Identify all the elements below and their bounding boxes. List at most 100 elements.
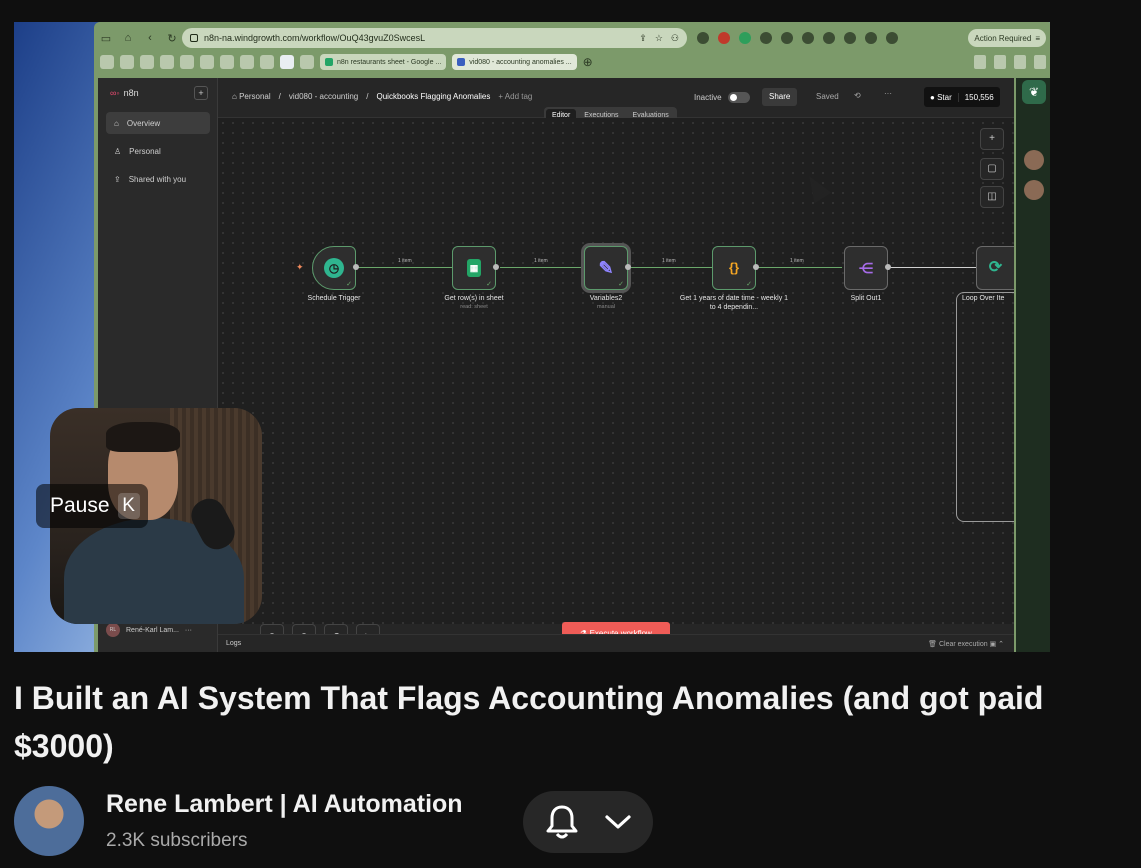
logs-panel[interactable]: Logs 🗑 Clear execution ▣ ⌃ <box>218 634 1014 652</box>
create-button[interactable]: + <box>194 86 208 100</box>
workflow-node[interactable]: ⋲ <box>844 246 888 290</box>
workflow-node[interactable]: ▦ ✓ <box>452 246 496 290</box>
workflow-node[interactable]: ◷ ✓ <box>312 246 356 290</box>
breadcrumb-project[interactable]: vid080 - accounting <box>289 92 358 101</box>
connection-edge[interactable] <box>356 267 452 268</box>
output-handle[interactable] <box>885 264 891 270</box>
share-page-icon[interactable]: ⇪ <box>639 33 647 44</box>
workflow-node[interactable]: ✎ ✓ <box>584 246 628 290</box>
action-required-button[interactable]: Action Required ≡ <box>968 29 1046 47</box>
active-toggle[interactable] <box>727 92 750 103</box>
bookmark-icon[interactable] <box>220 55 234 69</box>
github-icon: ● <box>930 92 938 102</box>
notification-subscribe-button[interactable] <box>523 791 653 853</box>
share-button[interactable]: Share <box>762 88 798 106</box>
inactive-label: Inactive <box>694 93 722 102</box>
bookmark-icon[interactable] <box>100 55 114 69</box>
home-icon[interactable]: ⌂ <box>122 32 134 45</box>
workflow-node[interactable]: {} ✓ <box>712 246 756 290</box>
pinned-app-icon[interactable] <box>994 55 1006 69</box>
output-handle[interactable] <box>625 264 631 270</box>
extension-icon[interactable]: ⚇ <box>671 33 679 44</box>
bookmark-icon[interactable] <box>120 55 134 69</box>
video-player[interactable]: ▭ ⌂ ‹ ↻ n8n-na.windgrowth.com/workflow/O… <box>14 22 1050 652</box>
chevron-down-icon <box>605 815 631 829</box>
sidebar-item-shared[interactable]: ⇪ Shared with you <box>106 168 210 190</box>
logo-text: n8n <box>123 88 139 98</box>
action-required-label: Action Required <box>974 33 1032 43</box>
channel-avatar[interactable] <box>14 786 84 856</box>
user-more-icon[interactable]: ··· <box>185 627 192 634</box>
workflow-node[interactable]: ⟳ <box>976 246 1014 290</box>
user-menu[interactable]: RL René-Karl Lam... ··· <box>106 623 192 637</box>
pause-label: Pause <box>50 494 110 517</box>
site-settings-icon[interactable] <box>190 34 198 42</box>
add-node-button[interactable]: + <box>980 128 1004 150</box>
bookmark-icon[interactable] <box>240 55 254 69</box>
app-logo-icon[interactable]: ❦ <box>1022 80 1046 104</box>
clock-icon: ◷ <box>324 258 344 278</box>
bookmark-icon[interactable] <box>160 55 174 69</box>
n8n-logo: ∞◦ n8n <box>110 88 139 98</box>
bookmark-icon[interactable] <box>260 55 274 69</box>
home-icon: ⌂ <box>114 118 119 128</box>
bookmark-icon[interactable] <box>280 55 294 69</box>
sidebar-toggle-icon[interactable]: ▭ <box>100 32 112 45</box>
more-options-button[interactable]: ··· <box>884 89 892 98</box>
avatar[interactable] <box>1024 150 1044 170</box>
tab-sheet[interactable]: n8n restaurants sheet - Google ... <box>320 54 447 70</box>
address-bar[interactable]: n8n-na.windgrowth.com/workflow/OuQ43gvuZ… <box>182 28 687 48</box>
bookmark-icon[interactable] <box>300 55 314 69</box>
pinned-app-icon[interactable] <box>1014 55 1026 69</box>
bookmark-icon[interactable] <box>180 55 194 69</box>
extension-5-icon[interactable] <box>781 32 793 44</box>
avatar[interactable] <box>1024 180 1044 200</box>
node-label: Get row(s) in sheet <box>444 295 504 302</box>
workflow-name[interactable]: Quickbooks Flagging Anomalies <box>377 92 491 101</box>
extension-8-icon[interactable] <box>844 32 856 44</box>
history-icon[interactable]: ⟲ <box>854 91 861 100</box>
workflow-canvas[interactable]: + ▢ ◫ 1 item 1 item 1 item 1 item ✦ ◷ ✓ … <box>218 118 1014 624</box>
panel-toggle-button[interactable]: ◫ <box>980 186 1004 208</box>
bookmark-star-icon[interactable]: ☆ <box>655 33 663 44</box>
loop-connection <box>956 292 1014 522</box>
tab-accounting[interactable]: vid080 - accounting anomalies ... <box>452 54 577 70</box>
extension-4-icon[interactable] <box>760 32 772 44</box>
extension-3-icon[interactable] <box>739 32 751 44</box>
connection-edge[interactable] <box>628 267 712 268</box>
sticky-note-button[interactable]: ▢ <box>980 158 1004 180</box>
edge-item-count: 1 item <box>534 258 548 264</box>
back-icon[interactable]: ‹ <box>144 32 156 45</box>
star-label: Star <box>937 92 952 102</box>
video-title: I Built an AI System That Flags Accounti… <box>14 680 1044 764</box>
connection-edge[interactable] <box>888 267 976 268</box>
output-handle[interactable] <box>493 264 499 270</box>
connection-edge[interactable] <box>756 267 842 268</box>
node-label: Split Out1 <box>850 295 882 302</box>
pinned-app-icon[interactable] <box>974 55 986 69</box>
breadcrumb-personal[interactable]: ⌂ Personal <box>232 92 271 101</box>
extension-1-icon[interactable] <box>697 32 709 44</box>
connection-edge[interactable] <box>500 267 584 268</box>
extension-6-icon[interactable] <box>802 32 814 44</box>
reload-icon[interactable]: ↻ <box>166 32 178 45</box>
new-tab-icon[interactable]: ⊕ <box>583 55 593 69</box>
search-icon[interactable] <box>886 32 898 44</box>
bookmark-icon[interactable] <box>140 55 154 69</box>
output-handle[interactable] <box>753 264 759 270</box>
sidebar-item-overview[interactable]: ⌂ Overview <box>106 112 210 134</box>
clear-execution-button[interactable]: 🗑 Clear execution ▣ ⌃ <box>928 640 1004 648</box>
bookmark-icon[interactable] <box>200 55 214 69</box>
n8n-tab-icon <box>457 58 466 66</box>
add-tag-button[interactable]: + Add tag <box>498 92 532 101</box>
extension-7-icon[interactable] <box>823 32 835 44</box>
github-star-button[interactable]: ● Star 150,556 <box>924 87 1000 107</box>
sidebar-item-personal[interactable]: ♙ Personal <box>106 140 210 162</box>
node-subtitle: manual <box>596 304 616 310</box>
presenter-hair <box>106 422 180 452</box>
pinned-app-icon[interactable] <box>1034 55 1046 69</box>
extension-2-icon[interactable] <box>718 32 730 44</box>
extension-9-icon[interactable] <box>865 32 877 44</box>
output-handle[interactable] <box>353 264 359 270</box>
channel-name[interactable]: Rene Lambert | AI Automation <box>106 790 463 819</box>
